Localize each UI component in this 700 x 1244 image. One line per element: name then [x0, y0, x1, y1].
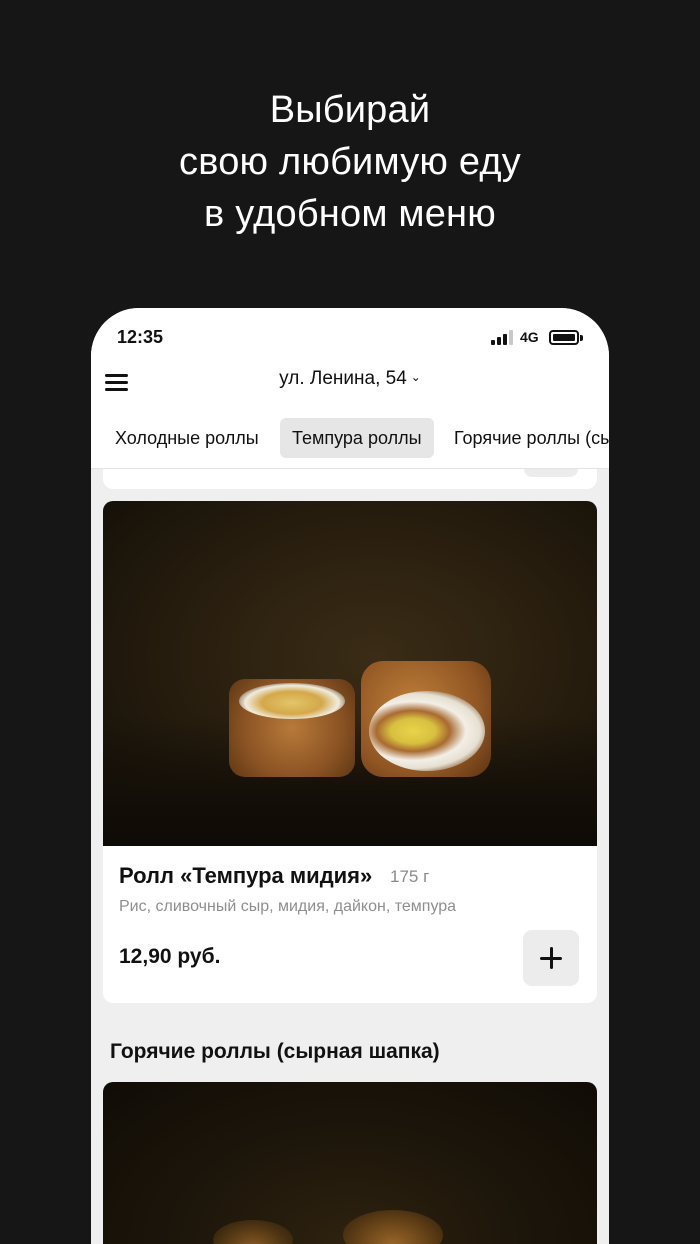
tab-hot-rolls-cheese[interactable]: Горячие роллы (сырная шапка) — [442, 418, 609, 458]
status-time: 12:35 — [117, 327, 164, 347]
product-description: Рис, сливочный сыр, мидия, дайкон, темпу… — [119, 898, 457, 915]
promo-line-1: Выбирай — [269, 89, 431, 131]
promo-line-3: в удобном меню — [204, 193, 496, 235]
status-bar: 12:35 4G — [91, 308, 609, 364]
category-tabs: Холодные роллы Темпура роллы Горячие рол… — [91, 410, 609, 469]
battery-icon — [549, 330, 579, 345]
signal-icon — [491, 330, 513, 345]
product-title: Ролл «Темпура мидия» — [119, 863, 373, 888]
battery-tip — [580, 335, 583, 341]
app-header: ул. Ленина, 54 ⌄ — [91, 364, 609, 410]
add-to-cart-button[interactable] — [523, 930, 579, 986]
address-label: ул. Ленина, 54 — [279, 368, 407, 389]
phone-screen: 12:35 4G ул. Ленина, 54 ⌄ Холодные роллы … — [91, 308, 609, 1244]
promo-line-2: свою любимую еду — [179, 141, 521, 183]
product-card[interactable]: Ролл «Темпура мидия» 175 г Рис, сливочны… — [103, 501, 597, 1003]
tab-tempura-rolls[interactable]: Темпура роллы — [280, 418, 434, 458]
product-price: 12,90 руб. — [119, 945, 221, 968]
next-product-image — [103, 1082, 597, 1244]
address-selector[interactable]: ул. Ленина, 54 ⌄ — [91, 368, 609, 390]
tab-cold-rolls[interactable]: Холодные роллы — [103, 418, 271, 458]
chevron-down-icon: ⌄ — [410, 370, 421, 384]
product-image — [103, 501, 597, 846]
promo-headline: Выбирай свою любимую еду в удобном меню — [0, 84, 700, 240]
product-weight: 175 г — [390, 867, 430, 886]
network-type: 4G — [520, 329, 539, 345]
section-title: Горячие роллы (сырная шапка) — [110, 1040, 440, 1063]
previous-product-card — [103, 469, 597, 489]
next-product-card[interactable] — [103, 1082, 597, 1244]
previous-add-button[interactable] — [524, 469, 578, 477]
